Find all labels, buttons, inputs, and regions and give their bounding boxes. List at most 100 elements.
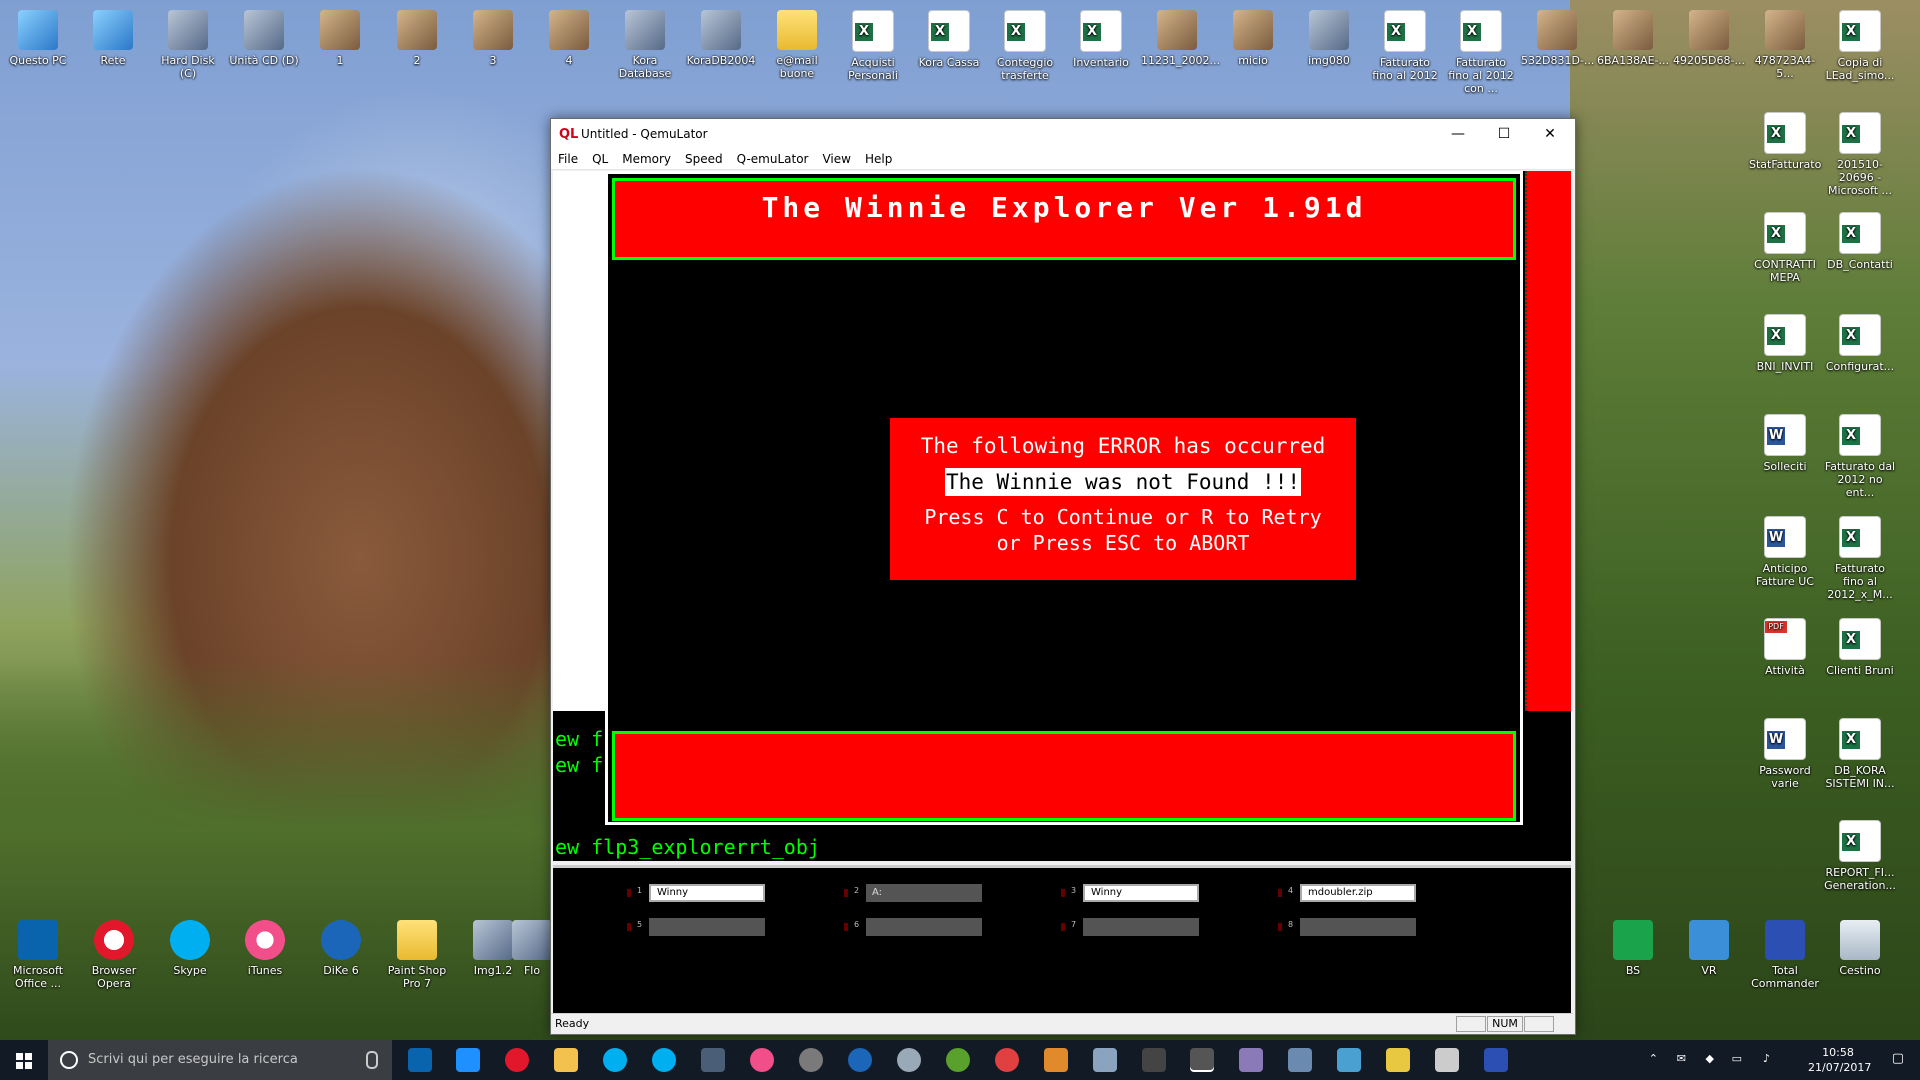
taskbar-outlook-icon[interactable] bbox=[408, 1048, 432, 1072]
desktop-icon-478723a4[interactable]: 478723A4-5... bbox=[1749, 6, 1821, 80]
desktop-icon-email-buone[interactable]: e@mail buone bbox=[761, 6, 833, 80]
taskbar-total-commander-icon[interactable] bbox=[1484, 1048, 1508, 1072]
winnie-explorer-header: The Winnie Explorer Ver 1.91d bbox=[612, 178, 1516, 260]
menu-memory[interactable]: Memory bbox=[615, 152, 678, 166]
desktop-icon-attivita[interactable]: Attività bbox=[1749, 614, 1821, 677]
desktop-icon-3[interactable]: 3 bbox=[457, 6, 529, 67]
taskbar-search-app-icon[interactable] bbox=[897, 1048, 921, 1072]
desktop-icon-flo[interactable]: Flo bbox=[512, 916, 552, 977]
taskbar-calculator-icon[interactable] bbox=[1435, 1048, 1459, 1072]
close-button[interactable]: ✕ bbox=[1527, 119, 1573, 149]
taskbar-itunes-icon[interactable] bbox=[750, 1048, 774, 1072]
desktop-icon-bs[interactable]: BS bbox=[1597, 916, 1669, 977]
desktop-icon-fatturato-2012[interactable]: Fatturato fino al 2012 bbox=[1369, 6, 1441, 82]
taskbar-utorrent-icon[interactable] bbox=[946, 1048, 970, 1072]
desktop-icon-contratti-mepa[interactable]: CONTRATTI MEPA bbox=[1749, 208, 1821, 284]
taskbar-app-icon[interactable] bbox=[995, 1048, 1019, 1072]
desktop-icon-micio[interactable]: micio bbox=[1217, 6, 1289, 67]
excel-icon bbox=[1004, 10, 1046, 52]
taskbar-app-icon[interactable] bbox=[1337, 1048, 1361, 1072]
taskbar-search[interactable]: Scrivi qui per eseguire la ricerca bbox=[48, 1040, 392, 1080]
desktop-icon-db-contatti[interactable]: DB_Contatti bbox=[1824, 208, 1896, 271]
desktop-icon-bni-inviti[interactable]: BNI_INVITI bbox=[1749, 310, 1821, 373]
taskbar-app-icon[interactable] bbox=[1288, 1048, 1312, 1072]
desktop-icon-opera[interactable]: Browser Opera bbox=[78, 916, 150, 990]
taskbar: Scrivi qui per eseguire la ricerca ⌃ ✉ ◆… bbox=[0, 1040, 1920, 1080]
desktop-icon-201510[interactable]: 201510-20696 - Microsoft ... bbox=[1824, 108, 1896, 197]
taskbar-app-icon[interactable] bbox=[1386, 1048, 1410, 1072]
taskbar-dike-icon[interactable] bbox=[848, 1048, 872, 1072]
maximize-button[interactable]: ☐ bbox=[1481, 119, 1527, 149]
taskbar-explorer-icon[interactable] bbox=[554, 1048, 578, 1072]
desktop-icon-img080[interactable]: img080 bbox=[1293, 6, 1365, 67]
menu-ql[interactable]: QL bbox=[585, 152, 615, 166]
desktop-icon-clienti-bruni[interactable]: Clienti Bruni bbox=[1824, 614, 1896, 677]
desktop-icon-vr[interactable]: VR bbox=[1673, 916, 1745, 977]
taskbar-app-icon[interactable] bbox=[799, 1048, 823, 1072]
desktop-icon-fatturato-2012-con[interactable]: Fatturato fino al 2012 con ... bbox=[1445, 6, 1517, 95]
taskbar-app-icon[interactable] bbox=[1142, 1048, 1166, 1072]
taskbar-skype-icon[interactable] bbox=[652, 1048, 676, 1072]
qemulator-window[interactable]: QL Untitled - QemuLator — ☐ ✕ File QL Me… bbox=[550, 118, 1576, 1035]
taskbar-img-icon[interactable] bbox=[1239, 1048, 1263, 1072]
desktop-icon-photo-11231[interactable]: 11231_2002... bbox=[1141, 6, 1220, 67]
desktop-icon-password-varie[interactable]: Password varie bbox=[1749, 714, 1821, 790]
desktop-icon-db-kora[interactable]: DB_KORA SISTEMI IN... bbox=[1824, 714, 1896, 790]
tray-mail-icon[interactable]: ✉ bbox=[1677, 1052, 1686, 1065]
desktop-icon-49205d68[interactable]: 49205D68-... bbox=[1673, 6, 1745, 67]
microphone-icon[interactable] bbox=[366, 1051, 378, 1069]
desktop-icon-fatturato-x-m[interactable]: Fatturato fino al 2012_x_M... bbox=[1824, 512, 1896, 601]
desktop-icon-skype[interactable]: Skype bbox=[154, 916, 226, 977]
desktop-icon-dike[interactable]: DiKe 6 bbox=[305, 916, 377, 977]
menu-speed[interactable]: Speed bbox=[678, 152, 730, 166]
tray-network-icon[interactable]: ▭ bbox=[1732, 1052, 1742, 1065]
desktop-icon-532d831d[interactable]: 532D831D-... bbox=[1521, 6, 1594, 67]
desktop-icon-ms-office[interactable]: Microsoft Office ... bbox=[2, 916, 74, 990]
taskbar-paint-shop-icon[interactable] bbox=[1044, 1048, 1068, 1072]
desktop-icon-copia-lead[interactable]: Copia di LEad_simo... bbox=[1824, 6, 1896, 82]
desktop-icon-paint-shop[interactable]: Paint Shop Pro 7 bbox=[381, 916, 453, 990]
desktop-icon-acquisti-personali[interactable]: Acquisti Personali bbox=[837, 6, 909, 82]
desktop-icon-kora-cassa[interactable]: Kora Cassa bbox=[913, 6, 985, 69]
desktop-icon-hard-disk[interactable]: Hard Disk (C) bbox=[152, 6, 224, 80]
desktop-icon-fatturato-dal-2012[interactable]: Fatturato dal 2012 no ent... bbox=[1824, 410, 1896, 499]
taskbar-box-icon[interactable] bbox=[1093, 1048, 1117, 1072]
taskbar-skype-business-icon[interactable] bbox=[603, 1048, 627, 1072]
desktop-icon-6ba138ae[interactable]: 6BA138AE-... bbox=[1597, 6, 1669, 67]
desktop-icon-questo-pc[interactable]: Questo PC bbox=[2, 6, 74, 67]
desktop-icon-solleciti[interactable]: Solleciti bbox=[1749, 410, 1821, 473]
desktop-icon-cd[interactable]: Unità CD (D) bbox=[228, 6, 300, 67]
desktop-icon-2[interactable]: 2 bbox=[381, 6, 453, 67]
desktop-icon-koradb2004[interactable]: KoraDB2004 bbox=[685, 6, 757, 67]
tray-volume-icon[interactable]: ♪ bbox=[1763, 1052, 1770, 1065]
taskbar-opera-icon[interactable] bbox=[505, 1048, 529, 1072]
menu-q-emulator[interactable]: Q-emuLator bbox=[730, 152, 816, 166]
tray-dropbox-icon[interactable]: ◆ bbox=[1706, 1052, 1714, 1065]
taskbar-ie-icon[interactable] bbox=[456, 1048, 480, 1072]
taskbar-3cx-icon[interactable] bbox=[701, 1048, 725, 1072]
desktop-icon-inventario[interactable]: Inventario bbox=[1065, 6, 1137, 69]
minimize-button[interactable]: — bbox=[1435, 119, 1481, 149]
desktop-icon-conteggio-trasferte[interactable]: Conteggio trasferte bbox=[989, 6, 1061, 82]
desktop-icon-1[interactable]: 1 bbox=[304, 6, 376, 67]
start-button[interactable] bbox=[0, 1040, 48, 1080]
desktop-icon-total-commander[interactable]: Total Commander bbox=[1749, 916, 1821, 990]
menu-help[interactable]: Help bbox=[858, 152, 899, 166]
desktop-icon-rete[interactable]: Rete bbox=[77, 6, 149, 67]
desktop-icon-configurat[interactable]: Configurat... bbox=[1824, 310, 1896, 373]
menu-file[interactable]: File bbox=[551, 152, 585, 166]
window-titlebar[interactable]: QL Untitled - QemuLator — ☐ ✕ bbox=[551, 119, 1575, 149]
desktop-icon-kora-database[interactable]: Kora Database bbox=[609, 6, 681, 80]
notification-icon[interactable]: ▢ bbox=[1892, 1051, 1904, 1066]
desktop-icon-4[interactable]: 4 bbox=[533, 6, 605, 67]
taskbar-qemulator-icon[interactable] bbox=[1190, 1048, 1214, 1072]
menu-view[interactable]: View bbox=[815, 152, 857, 166]
desktop-icon-report-fi[interactable]: REPORT_FI... Generation... bbox=[1824, 816, 1896, 892]
desktop-icon-statfatturato[interactable]: StatFatturato bbox=[1749, 108, 1821, 171]
tray-clock[interactable]: 10:58 21/07/2017 bbox=[1808, 1045, 1871, 1075]
ql-screen[interactable]: ew f ew f The Winnie Explorer Ver 1.91d … bbox=[553, 171, 1571, 861]
tray-chevron-icon[interactable]: ⌃ bbox=[1649, 1052, 1658, 1065]
desktop-icon-cestino[interactable]: Cestino bbox=[1824, 916, 1896, 977]
desktop-icon-itunes[interactable]: iTunes bbox=[229, 916, 301, 977]
desktop-icon-anticipo-fatture[interactable]: Anticipo Fatture UC bbox=[1749, 512, 1821, 588]
